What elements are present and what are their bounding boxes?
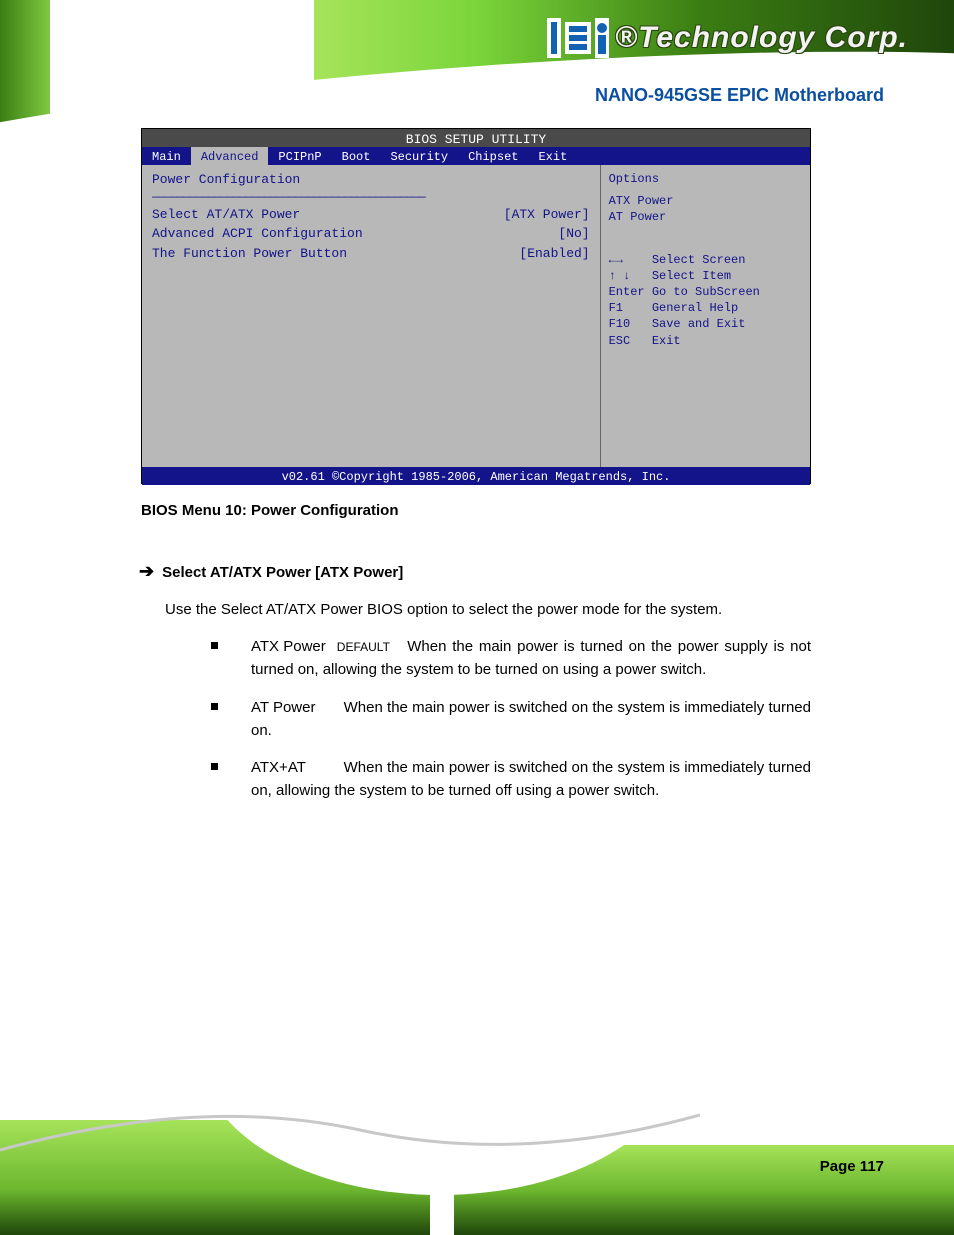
tab-exit[interactable]: Exit bbox=[528, 147, 577, 165]
bios-divider: ————————————————————————————————————————… bbox=[152, 189, 590, 205]
bios-section-title: Power Configuration bbox=[152, 171, 590, 189]
tab-security[interactable]: Security bbox=[380, 147, 458, 165]
bios-nav-row: ←→ Select Screen bbox=[609, 252, 802, 268]
company-logo: ®Technology Corp. bbox=[547, 18, 908, 58]
reg-mark: ® bbox=[615, 21, 638, 54]
bios-row-label: Select AT/ATX Power bbox=[152, 206, 300, 224]
footer-swoop bbox=[0, 1095, 700, 1165]
option-name: ATX+AT bbox=[251, 756, 331, 779]
figure-caption: BIOS Menu 10: Power Configuration bbox=[141, 502, 399, 519]
list-item: ATX+AT When the main power is switched o… bbox=[211, 756, 811, 803]
default-badge: DEFAULT bbox=[337, 640, 390, 654]
option-desc: When the main power is switched on the s… bbox=[251, 759, 811, 799]
option-desc: When the main power is switched on the s… bbox=[251, 699, 811, 739]
bios-row[interactable]: The Function Power Button [Enabled] bbox=[152, 244, 590, 264]
page-number: Page 117 bbox=[820, 1158, 884, 1175]
tab-advanced[interactable]: Advanced bbox=[191, 147, 269, 165]
bios-header: BIOS SETUP UTILITY bbox=[142, 129, 810, 147]
bios-row-label: The Function Power Button bbox=[152, 245, 347, 263]
tab-main[interactable]: Main bbox=[142, 147, 191, 165]
iei-logo-icon bbox=[547, 18, 609, 58]
bios-nav-row: Enter Go to SubScreen bbox=[609, 284, 802, 300]
bios-help-item: AT Power bbox=[609, 209, 802, 225]
bios-nav-row: F1 General Help bbox=[609, 300, 802, 316]
option-name: ATX Power bbox=[251, 635, 331, 658]
bios-help-item: ATX Power bbox=[609, 193, 802, 209]
bios-tabs: Main Advanced PCIPnP Boot Security Chips… bbox=[142, 147, 810, 165]
bios-main-panel: Power Configuration ————————————————————… bbox=[142, 165, 601, 467]
tab-pcipnp[interactable]: PCIPnP bbox=[268, 147, 331, 165]
body-content: ➔ Select AT/ATX Power [ATX Power] Use the… bbox=[141, 552, 811, 817]
bios-nav-row: F10 Save and Exit bbox=[609, 316, 802, 332]
arrow-ud-icon: ↑ ↓ bbox=[609, 269, 631, 283]
list-item: AT Power When the main power is switched… bbox=[211, 696, 811, 743]
option-heading-text: Select AT/ATX Power [ATX Power] bbox=[162, 564, 403, 581]
bios-row-value: [No] bbox=[558, 225, 589, 243]
bios-row[interactable]: Advanced ACPI Configuration [No] bbox=[152, 224, 590, 244]
company-name: Technology Corp. bbox=[638, 21, 908, 54]
list-item: ATX Power DEFAULT When the main power is… bbox=[211, 635, 811, 682]
bios-row-label: Advanced ACPI Configuration bbox=[152, 225, 363, 243]
option-name: AT Power bbox=[251, 696, 331, 719]
option-paragraph: Use the Select AT/ATX Power BIOS option … bbox=[165, 598, 811, 621]
bios-help-panel: Options ATX Power AT Power ←→ Select Scr… bbox=[601, 165, 810, 467]
bios-footer: v02.61 ©Copyright 1985-2006, American Me… bbox=[142, 467, 810, 485]
bios-row[interactable]: Select AT/ATX Power [ATX Power] bbox=[152, 205, 590, 225]
bios-row-value: [Enabled] bbox=[519, 245, 589, 263]
bios-nav-row: ↑ ↓ Select Item bbox=[609, 268, 802, 284]
bios-row-value: [ATX Power] bbox=[504, 206, 590, 224]
arrow-right-icon: ➔ bbox=[139, 561, 154, 581]
bios-nav-row: ESC Exit bbox=[609, 333, 802, 349]
bios-screenshot: BIOS SETUP UTILITY Main Advanced PCIPnP … bbox=[141, 128, 811, 484]
option-heading: ➔ Select AT/ATX Power [ATX Power] bbox=[139, 558, 811, 586]
tab-chipset[interactable]: Chipset bbox=[458, 147, 528, 165]
document-title: NANO-945GSE EPIC Motherboard bbox=[595, 85, 884, 106]
bios-help-title: Options bbox=[609, 171, 802, 187]
tab-boot[interactable]: Boot bbox=[332, 147, 381, 165]
option-desc: When the main power is turned on the pow… bbox=[251, 638, 811, 678]
arrow-lr-icon: ←→ bbox=[609, 253, 623, 267]
